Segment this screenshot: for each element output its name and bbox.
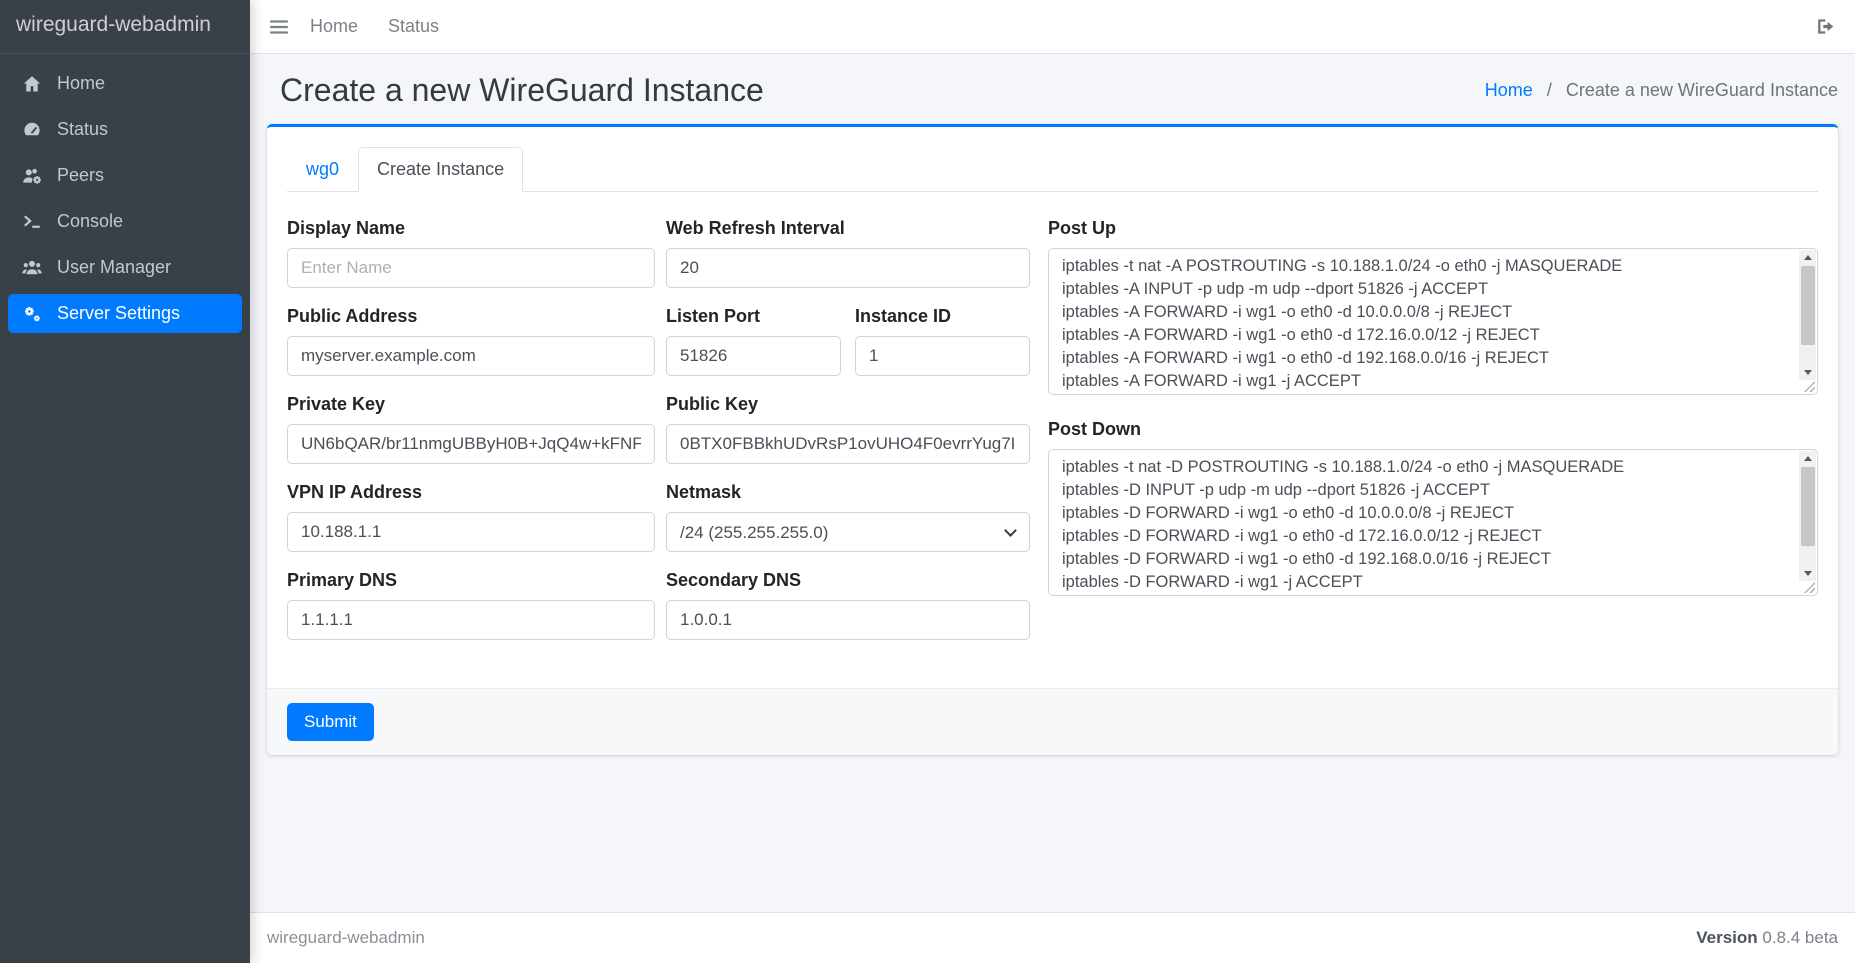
public-address-label: Public Address [287,306,655,327]
netmask-select[interactable]: /24 (255.255.255.0) [666,512,1030,552]
display-name-input[interactable] [287,248,655,288]
vpn-ip-label: VPN IP Address [287,482,655,503]
post-down-content: iptables -t nat -D POSTROUTING -s 10.188… [1049,451,1793,594]
brand-title[interactable]: wireguard-webadmin [0,0,250,54]
create-instance-form: Display Name Public Address Private Key … [287,192,1818,658]
post-down-scrollbar[interactable] [1799,451,1816,581]
house-icon [18,74,46,94]
card-footer: Submit [267,688,1838,755]
web-refresh-interval-input[interactable] [666,248,1030,288]
sidebar-item-status[interactable]: Status [8,110,242,149]
sidebar-item-label: Home [57,73,105,94]
users-gear-icon [18,166,46,186]
sidebar-item-label: Server Settings [57,303,180,324]
breadcrumb-home-link[interactable]: Home [1485,80,1533,100]
breadcrumb-separator: / [1547,80,1552,100]
sidebar-item-user-manager[interactable]: User Manager [8,248,242,287]
web-refresh-interval-label: Web Refresh Interval [666,218,1030,239]
vpn-ip-input[interactable] [287,512,655,552]
secondary-dns-label: Secondary DNS [666,570,1030,591]
netmask-label: Netmask [666,482,1030,503]
post-down-label: Post Down [1048,419,1818,440]
secondary-dns-input[interactable] [666,600,1030,640]
instance-card: wg0 Create Instance Display Name Public … [267,124,1838,755]
scrollbar-thumb[interactable] [1801,266,1815,345]
hamburger-icon[interactable] [269,17,289,37]
sidebar-item-peers[interactable]: Peers [8,156,242,195]
sidebar-item-label: Console [57,211,123,232]
display-name-label: Display Name [287,218,655,239]
instance-id-input[interactable] [855,336,1030,376]
navbar-link-status[interactable]: Status [373,16,454,37]
sidebar-item-home[interactable]: Home [8,64,242,103]
scrollbar-thumb[interactable] [1801,467,1815,546]
footer-version: Version 0.8.4 beta [1696,928,1838,948]
post-up-content: iptables -t nat -A POSTROUTING -s 10.188… [1049,250,1793,393]
content-header: Create a new WireGuard Instance Home / C… [250,54,1855,124]
public-key-label: Public Key [666,394,1030,415]
scroll-up-arrow-icon[interactable] [1799,250,1816,265]
primary-dns-input[interactable] [287,600,655,640]
main-area: Home Status Create a new WireGuard Insta… [250,0,1855,963]
tachometer-icon [18,120,46,140]
main-footer: wireguard-webadmin Version 0.8.4 beta [250,912,1855,963]
scroll-down-arrow-icon[interactable] [1799,566,1816,581]
sidebar-nav: Home Status Peers [0,54,250,350]
sidebar-item-label: Peers [57,165,104,186]
post-up-scrollbar[interactable] [1799,250,1816,380]
top-navbar: Home Status [250,0,1855,54]
sidebar: wireguard-webadmin Home Status [0,0,250,963]
terminal-icon [18,212,46,232]
sign-out-icon[interactable] [1815,16,1836,37]
version-label: Version [1696,928,1757,947]
scroll-up-arrow-icon[interactable] [1799,451,1816,466]
resize-grip-icon[interactable] [1804,381,1815,392]
resize-grip-icon[interactable] [1804,582,1815,593]
page-title: Create a new WireGuard Instance [280,72,764,109]
listen-port-label: Listen Port [666,306,841,327]
scroll-down-arrow-icon[interactable] [1799,365,1816,380]
post-up-textarea[interactable]: iptables -t nat -A POSTROUTING -s 10.188… [1048,248,1818,395]
breadcrumb: Home / Create a new WireGuard Instance [1485,80,1838,101]
submit-button[interactable]: Submit [287,703,374,741]
instance-id-label: Instance ID [855,306,1030,327]
listen-port-input[interactable] [666,336,841,376]
public-key-input[interactable] [666,424,1030,464]
sidebar-item-label: User Manager [57,257,171,278]
post-up-label: Post Up [1048,218,1818,239]
cogs-icon [18,304,46,324]
breadcrumb-current: Create a new WireGuard Instance [1566,80,1838,100]
footer-brand: wireguard-webadmin [267,928,425,948]
primary-dns-label: Primary DNS [287,570,655,591]
version-value: 0.8.4 beta [1762,928,1838,947]
users-icon [18,258,46,278]
navbar-link-home[interactable]: Home [295,16,373,37]
public-address-input[interactable] [287,336,655,376]
sidebar-item-server-settings[interactable]: Server Settings [8,294,242,333]
post-down-textarea[interactable]: iptables -t nat -D POSTROUTING -s 10.188… [1048,449,1818,596]
instance-tabs: wg0 Create Instance [287,147,1818,192]
sidebar-item-console[interactable]: Console [8,202,242,241]
private-key-input[interactable] [287,424,655,464]
sidebar-item-label: Status [57,119,108,140]
tab-wg0[interactable]: wg0 [287,147,358,192]
tab-create-instance[interactable]: Create Instance [358,147,523,192]
private-key-label: Private Key [287,394,655,415]
